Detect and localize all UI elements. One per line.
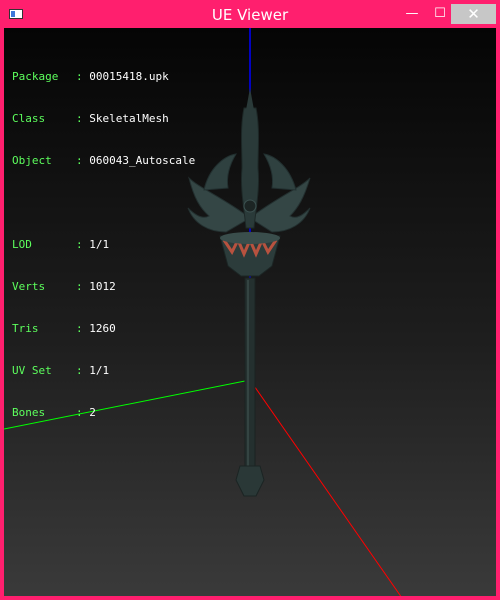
3d-viewport[interactable]: Package: 00015418.upk Class: SkeletalMes…	[4, 28, 496, 596]
app-window: UE Viewer — ☐ ✕ Package: 00015418.upk C…	[0, 0, 500, 600]
info-value: 1/1	[89, 364, 110, 377]
mesh-left-crest	[203, 153, 237, 191]
mesh-pommel	[235, 465, 265, 497]
info-value: SkeletalMesh	[89, 112, 169, 125]
info-label: Object	[12, 154, 52, 167]
info-row-bones: Bones: 2	[12, 406, 195, 420]
info-separator: :	[76, 406, 83, 419]
info-separator: :	[76, 154, 83, 167]
info-row-object: Object: 060043_Autoscale	[12, 154, 195, 168]
info-label: Bones	[12, 406, 46, 419]
info-separator: :	[76, 280, 83, 293]
mesh-right-crest	[263, 153, 297, 191]
mesh-cup-rim	[220, 232, 280, 244]
minimize-button[interactable]: —	[400, 4, 424, 24]
axis-x-line	[249, 379, 402, 596]
close-button[interactable]: ✕	[451, 4, 496, 24]
mesh-shaft	[244, 277, 256, 483]
info-separator: :	[76, 238, 83, 251]
maximize-button[interactable]: ☐	[428, 4, 452, 24]
mesh-core	[243, 199, 257, 213]
info-label: UV Set	[12, 364, 52, 377]
info-value: 00015418.upk	[89, 70, 169, 83]
info-row-tris: Tris: 1260	[12, 322, 195, 336]
info-separator: :	[76, 364, 83, 377]
info-label: Class	[12, 112, 46, 125]
info-row-uvset: UV Set: 1/1	[12, 364, 195, 378]
info-label: Verts	[12, 280, 46, 293]
info-value: 2	[89, 406, 96, 419]
info-value: 1260	[89, 322, 116, 335]
info-label: Tris	[12, 322, 39, 335]
mesh-spire-tip	[246, 88, 254, 110]
info-value: 1/1	[89, 238, 110, 251]
mesh-info-overlay: Package: 00015418.upk Class: SkeletalMes…	[12, 42, 195, 448]
info-row-package: Package: 00015418.upk	[12, 70, 195, 84]
info-label: Package	[12, 70, 59, 83]
info-row-verts: Verts: 1012	[12, 280, 195, 294]
info-value: 1012	[89, 280, 116, 293]
info-value: 060043_Autoscale	[89, 154, 196, 167]
info-row-class: Class: SkeletalMesh	[12, 112, 195, 126]
info-separator: :	[76, 322, 83, 335]
title-bar[interactable]: UE Viewer — ☐ ✕	[4, 4, 496, 28]
info-label: LOD	[12, 238, 32, 251]
info-row-lod: LOD: 1/1	[12, 238, 195, 252]
info-separator: :	[76, 70, 83, 83]
mesh-model	[187, 88, 311, 497]
info-separator: :	[76, 112, 83, 125]
